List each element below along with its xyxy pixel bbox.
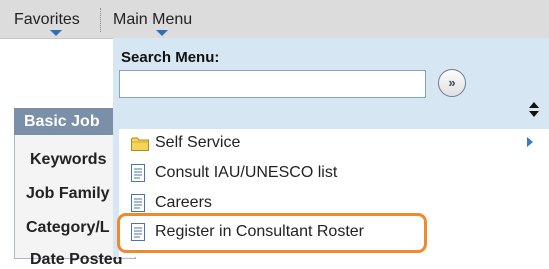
menu-separator (100, 8, 101, 32)
sort-order-icon[interactable] (529, 102, 541, 118)
favorites-menu-button[interactable]: Favorites (14, 0, 98, 38)
chevron-right-icon (527, 137, 533, 147)
search-menu-input[interactable] (119, 70, 426, 98)
menu-item-consult-iau-unesco-list[interactable]: Consult IAU/UNESCO list (119, 159, 539, 187)
main-menu-button[interactable]: Main Menu (113, 0, 211, 38)
chevron-down-icon (156, 30, 168, 36)
folder-icon (131, 137, 149, 151)
menu-item-label: Consult IAU/UNESCO list (155, 164, 338, 181)
double-chevron-right-icon: » (448, 75, 455, 90)
chevron-down-icon (50, 30, 62, 36)
favorites-label: Favorites (14, 11, 80, 28)
page-icon (131, 194, 145, 212)
date-posted-label: Date Posted (30, 251, 123, 268)
menu-item-label: Self Service (155, 134, 241, 151)
main-menu-label: Main Menu (113, 11, 193, 28)
keywords-label: Keywords (30, 151, 107, 168)
job-family-label: Job Family (26, 185, 110, 202)
search-go-button[interactable]: » (438, 69, 466, 97)
highlight-box (117, 213, 427, 253)
category-label: Category/L (26, 219, 110, 236)
search-menu-label: Search Menu: (121, 49, 220, 66)
top-menu-bar: Favorites Main Menu (0, 0, 549, 39)
menu-item-self-service[interactable]: Self Service (119, 129, 539, 157)
page-icon (131, 164, 145, 182)
